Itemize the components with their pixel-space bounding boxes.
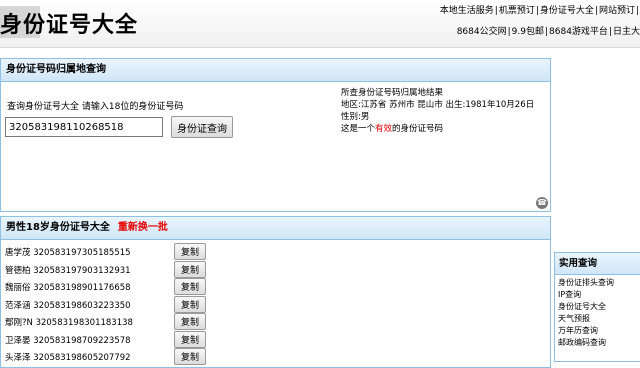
copy-button[interactable]: 复制: [174, 295, 206, 313]
id-list-row-text: 鄢刚?N 320583198301183138: [5, 316, 133, 328]
link-games[interactable]: 8684游戏平台: [549, 27, 608, 37]
id-number: 320583197305185515: [33, 248, 131, 258]
id-number: 320583198301183138: [35, 318, 133, 328]
sidebar-item-id-list[interactable]: 身份证号大全: [558, 301, 640, 313]
copy-button[interactable]: 复制: [174, 313, 206, 330]
copy-button[interactable]: 复制: [174, 243, 206, 260]
id-number: 320583197903132931: [33, 265, 131, 276]
sidebar-item-ip[interactable]: IP查询: [558, 289, 640, 301]
id-list-row-text: 魏丽俗 320583198901176658: [5, 281, 131, 293]
sidebar-item-postcode[interactable]: 邮政编码查询: [558, 337, 640, 349]
sidebar-item-id-prefix[interactable]: 身份证排头查询: [558, 277, 640, 289]
id-number: 320583198901176658: [33, 283, 131, 293]
id-list-row-text: 范泽涵 320583198603223350: [5, 299, 131, 311]
copy-button[interactable]: 复制: [174, 348, 206, 365]
query-result: 所查身份证号码归属地结果 地区:江苏省 苏州市 昆山市 出生:1981年10月2…: [341, 87, 534, 135]
link-id-number-list[interactable]: 身份证号大全: [540, 6, 594, 16]
copy-button[interactable]: 复制: [174, 330, 206, 348]
person-name: 魏丽俗: [5, 283, 31, 293]
sidebar-title: 实用查询: [555, 253, 640, 275]
useful-queries-sidebar: 实用查询 身份证排头查询 IP查询 身份证号大全 天气预报 万年历查询 邮政编码…: [554, 252, 640, 362]
id-number: 320583198605207792: [33, 353, 131, 363]
id-query-panel: 身份证号码归属地查询 查询身份证号大全 请输入18位的身份证号码 身份证查询 所…: [0, 58, 551, 212]
id-query-panel-title: 身份证号码归属地查询: [1, 59, 550, 82]
id-list-row-text: 唐学茂 320583197305185515: [5, 246, 131, 258]
result-region-birth: 地区:江苏省 苏州市 昆山市 出生:1981年10月26日: [341, 100, 535, 110]
person-name: 管德柏: [5, 265, 31, 276]
copy-button[interactable]: 复制: [174, 260, 206, 278]
id-list-row-text: 头泽泽 320583198605207792: [5, 351, 131, 363]
result-gender: 性别:男: [341, 112, 370, 122]
top-links-row-2: 8684公交网|9.9包邮|8684游戏平台|日主大: [457, 24, 640, 37]
result-validity: 这是一个有效的身份证号码: [341, 124, 444, 134]
id-list-panel-header: 男性18岁身份证号大全 重新换一批: [1, 217, 550, 240]
sidebar-item-weather[interactable]: 天气预报: [558, 313, 640, 325]
link-separator: |: [635, 6, 639, 16]
person-name: 范泽涵: [5, 300, 31, 311]
link-local-life[interactable]: 本地生活服务: [440, 6, 494, 16]
id-query-button[interactable]: 身份证查询: [171, 116, 233, 138]
person-name: 鄢刚?N: [5, 318, 33, 328]
sidebar-list: 身份证排头查询 IP查询 身份证号大全 天气预报 万年历查询 邮政编码查询: [555, 275, 640, 349]
sidebar-item-calendar[interactable]: 万年历查询: [558, 325, 640, 337]
id-list-row-text: 管德柏 320583197903132931: [5, 264, 131, 276]
phone-icon[interactable]: ☎: [536, 197, 548, 209]
id-number: 320583198603223350: [33, 300, 131, 311]
person-name: 卫泽晏: [5, 335, 31, 346]
person-name: 唐学茂: [5, 248, 31, 258]
link-deals[interactable]: 9.9包邮: [512, 27, 544, 37]
site-header: 身份证号大全 本地生活服务|机票预订|身份证号大全|网站预订| 8684公交网|…: [0, 0, 640, 48]
link-more[interactable]: 日主大: [613, 27, 640, 37]
id-list-panel-title: 男性18岁身份证号大全: [6, 222, 110, 233]
link-flight-booking[interactable]: 机票预订: [499, 6, 535, 16]
validity-highlight: 有效: [375, 124, 393, 134]
id-query-label: 查询身份证号大全 请输入18位的身份证号码: [7, 102, 184, 112]
refresh-batch-link[interactable]: 重新换一批: [118, 222, 168, 233]
id-list-panel: 男性18岁身份证号大全 重新换一批 唐学茂 320583197305185515 复…: [0, 216, 551, 368]
person-name: 头泽泽: [5, 353, 31, 363]
site-title[interactable]: 身份证号大全: [0, 7, 138, 39]
id-number-input[interactable]: [5, 117, 163, 137]
link-site-booking[interactable]: 网站预订: [599, 6, 635, 16]
copy-button[interactable]: 复制: [174, 278, 206, 295]
link-bus[interactable]: 8684公交网: [457, 27, 507, 37]
top-links-row-1: 本地生活服务|机票预订|身份证号大全|网站预订|: [440, 3, 640, 16]
id-list-row-text: 卫泽晏 320583198709223578: [5, 334, 131, 346]
id-number: 320583198709223578: [33, 335, 131, 346]
result-heading: 所查身份证号码归属地结果: [341, 88, 444, 98]
